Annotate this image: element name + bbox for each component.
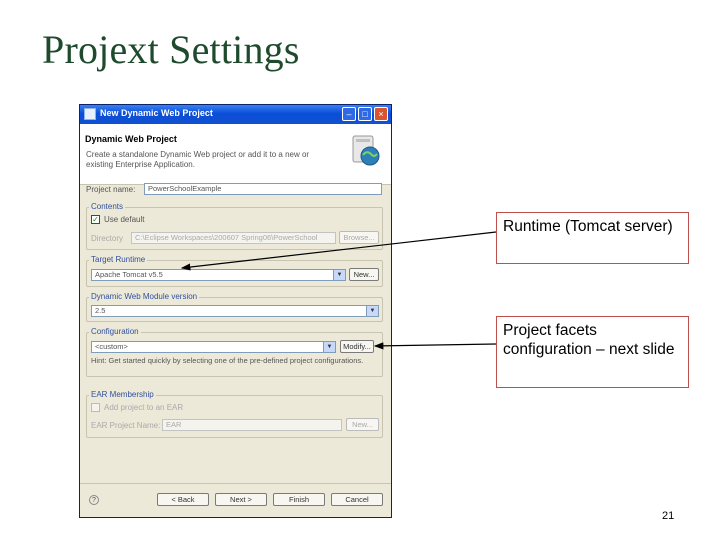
slide-title: Projext Settings xyxy=(42,27,300,72)
module-version-label: Dynamic Web Module version xyxy=(89,292,200,301)
new-dynamic-web-project-dialog: New Dynamic Web Project – □ × Dynamic We… xyxy=(79,104,392,518)
window-app-icon xyxy=(84,108,96,120)
new-runtime-button[interactable]: New... xyxy=(349,268,379,281)
contents-group-label: Contents xyxy=(89,202,126,211)
modify-button[interactable]: Modify... xyxy=(340,340,374,353)
new-ear-button[interactable]: New... xyxy=(346,418,379,431)
help-icon[interactable]: ? xyxy=(89,495,99,505)
window-titlebar[interactable]: New Dynamic Web Project – □ × xyxy=(80,105,391,124)
ear-membership-group xyxy=(86,395,383,438)
add-to-ear-checkbox[interactable] xyxy=(91,403,100,412)
chevron-down-icon: ▼ xyxy=(366,306,378,316)
configuration-value: <custom> xyxy=(95,342,128,351)
cancel-button[interactable]: Cancel xyxy=(331,493,383,506)
configuration-hint: Hint: Get started quickly by selecting o… xyxy=(91,356,364,365)
close-button[interactable]: × xyxy=(374,107,388,121)
configuration-select[interactable]: <custom> ▼ xyxy=(91,341,336,353)
facets-arrow xyxy=(373,342,497,350)
browse-button[interactable]: Browse... xyxy=(339,231,379,244)
target-runtime-select[interactable]: Apache Tomcat v5.5 ▼ xyxy=(91,269,346,281)
configuration-group xyxy=(86,332,383,377)
slide-number: 21 xyxy=(662,510,675,522)
configuration-label: Configuration xyxy=(89,327,141,336)
minimize-button[interactable]: – xyxy=(342,107,356,121)
chevron-down-icon: ▼ xyxy=(333,270,345,280)
next-button[interactable]: Next > xyxy=(215,493,267,506)
module-version-select[interactable]: 2.5 ▼ xyxy=(91,305,379,317)
ear-project-value: EAR xyxy=(166,420,182,429)
header-title: Dynamic Web Project xyxy=(85,134,177,144)
back-button[interactable]: < Back xyxy=(157,493,209,506)
use-default-label: Use default xyxy=(104,215,145,224)
add-to-ear-label: Add project to an EAR xyxy=(104,403,184,412)
dialog-header: Dynamic Web Project Create a standalone … xyxy=(80,124,391,185)
button-bar-divider xyxy=(80,483,391,484)
project-name-label: Project name: xyxy=(86,185,136,194)
maximize-button[interactable]: □ xyxy=(358,107,372,121)
directory-label: Directory xyxy=(91,234,124,243)
project-name-input[interactable]: PowerSchoolExample xyxy=(144,183,382,195)
target-runtime-value: Apache Tomcat v5.5 xyxy=(95,270,163,279)
module-version-value: 2.5 xyxy=(95,306,106,315)
chevron-down-icon: ▼ xyxy=(323,342,335,352)
finish-button[interactable]: Finish xyxy=(273,493,325,506)
target-runtime-label: Target Runtime xyxy=(89,255,148,264)
web-project-icon xyxy=(352,135,380,166)
use-default-checkbox[interactable]: ✓ xyxy=(91,215,100,224)
ear-membership-label: EAR Membership xyxy=(89,390,156,399)
window-title: New Dynamic Web Project xyxy=(100,108,213,118)
ear-project-name-label: EAR Project Name: xyxy=(91,421,161,430)
directory-input[interactable]: C:\Eclipse Workspaces\200607 Spring06\Po… xyxy=(131,232,336,244)
header-description: Create a standalone Dynamic Web project … xyxy=(86,150,310,169)
ear-project-select[interactable]: EAR xyxy=(162,419,342,431)
facets-callout: Project facets configuration – next slid… xyxy=(496,316,689,388)
runtime-callout: Runtime (Tomcat server) xyxy=(496,212,689,264)
